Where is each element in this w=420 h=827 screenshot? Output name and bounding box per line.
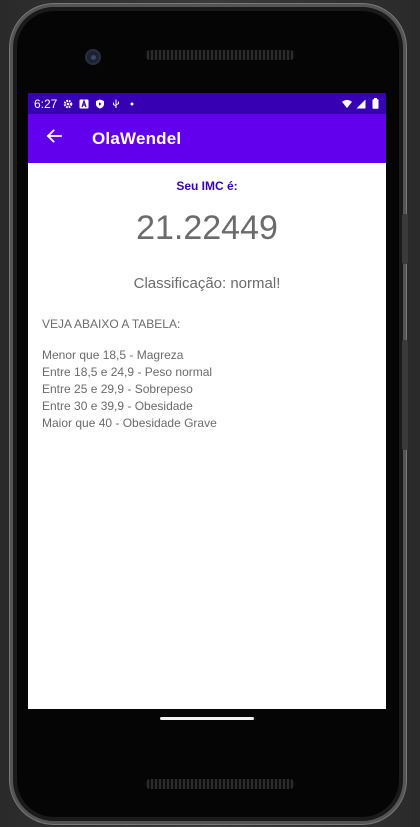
volume-button[interactable] [402, 340, 408, 450]
power-button[interactable] [402, 214, 408, 264]
app-title: OlaWendel [92, 128, 182, 148]
signal-icon [356, 99, 366, 109]
dot-icon [127, 99, 137, 109]
app-bar: OlaWendel [28, 114, 386, 163]
status-icons-right [342, 98, 380, 109]
status-time: 6:27 [34, 96, 58, 111]
status-icons-left [63, 98, 137, 109]
battery-icon [370, 98, 380, 109]
imc-label: Seu IMC é: [176, 179, 238, 193]
front-camera [85, 49, 101, 65]
a-badge-icon [79, 98, 89, 109]
shield-play-icon [95, 99, 105, 109]
phone-screen: 6:27 OlaWendel Seu IMC é: 21.22449 Class… [28, 93, 386, 709]
table-row: Entre 18,5 e 24,9 - Peso normal [42, 365, 213, 379]
classification-text: Classificação: normal! [133, 275, 281, 292]
table-row: Maior que 40 - Obesidade Grave [42, 416, 217, 430]
imc-table: Menor que 18,5 - Magreza Entre 18,5 e 24… [42, 347, 217, 432]
top-speaker [145, 50, 295, 60]
table-row: Menor que 18,5 - Magreza [42, 348, 184, 362]
settings-icon [63, 99, 73, 109]
usb-icon [111, 99, 121, 109]
table-row: Entre 25 e 29,9 - Sobrepeso [42, 382, 193, 396]
arrow-left-icon [46, 128, 62, 149]
bottom-speaker [145, 779, 295, 789]
main-content: Seu IMC é: 21.22449 Classificação: norma… [28, 163, 386, 709]
home-gesture-bar[interactable] [160, 717, 254, 720]
back-button[interactable] [30, 114, 78, 163]
imc-value: 21.22449 [136, 209, 278, 247]
status-bar: 6:27 [28, 93, 386, 114]
table-title: VEJA ABAIXO A TABELA: [42, 317, 181, 331]
wifi-icon [342, 99, 352, 109]
table-row: Entre 30 e 39,9 - Obesidade [42, 399, 193, 413]
